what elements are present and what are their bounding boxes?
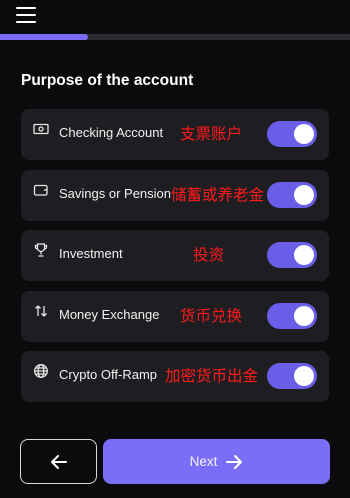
option-label: Checking Account [59, 125, 164, 140]
option-annotation: 储蓄或养老金 [171, 186, 265, 204]
option-savings-or-pension[interactable]: Savings or Pension 储蓄或养老金 [21, 169, 329, 221]
hamburger-menu-icon[interactable] [16, 7, 36, 23]
toggle-switch[interactable] [267, 242, 317, 268]
toggle-knob [294, 245, 314, 265]
next-button[interactable]: Next [103, 439, 330, 484]
toggle-switch[interactable] [267, 302, 317, 329]
toggle-switch[interactable] [267, 121, 317, 147]
account-purpose-screen: Purpose of the account Checking Account … [0, 0, 350, 498]
toggle-switch[interactable] [267, 363, 317, 389]
option-money-exchange[interactable]: Money Exchange 货币兑换 [21, 290, 329, 342]
next-button-label: Next [189, 454, 218, 469]
globe-icon [33, 363, 49, 379]
option-label: Money Exchange [59, 306, 160, 322]
page-title: Purpose of the account [21, 72, 194, 89]
progress-bar [0, 34, 350, 40]
option-crypto-off-ramp[interactable]: Crypto Off-Ramp 加密货币出金 [21, 351, 329, 402]
toggle-knob [294, 305, 314, 326]
option-investment[interactable]: Investment 投资 [21, 230, 329, 281]
arrow-left-icon [50, 454, 68, 470]
option-checking-account[interactable]: Checking Account 支票账户 [21, 109, 329, 160]
back-button[interactable] [20, 439, 97, 484]
toggle-knob [294, 366, 314, 386]
arrow-right-icon [225, 454, 243, 470]
option-annotation: 加密货币出金 [165, 368, 259, 385]
option-annotation: 支票账户 [180, 126, 243, 143]
option-annotation: 货币兑换 [180, 307, 243, 325]
trophy-icon [33, 242, 49, 258]
wallet-icon [33, 182, 49, 198]
option-label: Crypto Off-Ramp [59, 367, 158, 382]
progress-bar-fill [0, 34, 88, 40]
toggle-knob [294, 124, 314, 144]
banknote-icon [33, 121, 49, 137]
option-annotation: 投资 [193, 247, 225, 264]
option-label: Savings or Pension [59, 185, 172, 201]
exchange-arrows-icon [33, 303, 49, 319]
option-label: Investment [59, 246, 123, 261]
purpose-options-list: Checking Account 支票账户 Savings or Pension… [21, 109, 329, 412]
toggle-knob [294, 184, 314, 205]
toggle-switch[interactable] [267, 181, 317, 208]
